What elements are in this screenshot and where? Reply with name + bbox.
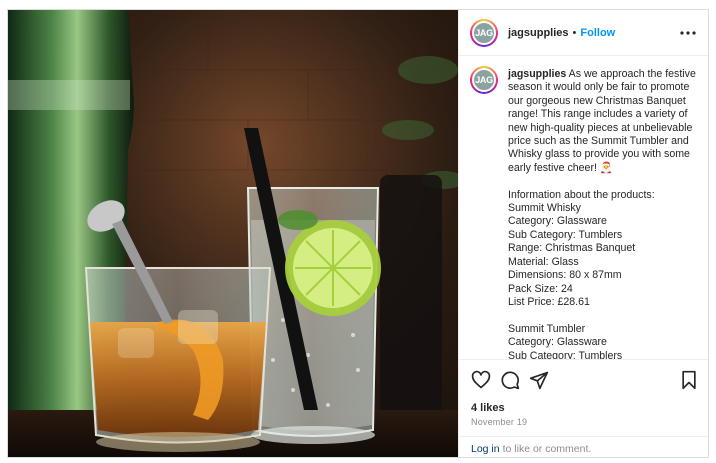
post-actions: 4 likes November 19 Log in to like or co… bbox=[459, 359, 708, 457]
more-options-icon[interactable] bbox=[679, 24, 697, 42]
follow-button[interactable]: Follow bbox=[580, 27, 615, 39]
username-link[interactable]: jagsupplies bbox=[508, 27, 569, 39]
caption-section: JAG jagsupplies As we approach the festi… bbox=[459, 57, 708, 359]
instagram-post: JAG jagsupplies • Follow JAG jagsupplies… bbox=[7, 9, 709, 458]
likes-count[interactable]: 4 likes bbox=[471, 402, 505, 414]
post-side-panel: JAG jagsupplies • Follow JAG jagsupplies… bbox=[458, 10, 708, 457]
avatar[interactable]: JAG bbox=[470, 18, 498, 47]
post-photo[interactable] bbox=[8, 10, 458, 457]
post-date: November 19 bbox=[471, 417, 528, 427]
login-link[interactable]: Log in bbox=[471, 443, 500, 455]
avatar-logo-text: JAG bbox=[472, 20, 496, 45]
share-icon[interactable] bbox=[529, 370, 549, 390]
caption-username-link[interactable]: jagsupplies bbox=[508, 68, 566, 80]
heart-icon[interactable] bbox=[471, 370, 491, 390]
separator-dot: • bbox=[572, 26, 577, 39]
caption-avatar-logo-text: JAG bbox=[472, 68, 496, 92]
bookmark-icon[interactable] bbox=[679, 370, 699, 390]
login-prompt: Log in to like or comment. bbox=[459, 436, 708, 457]
caption-body: As we approach the festive season it wou… bbox=[508, 68, 696, 359]
cocktail-glasses-image bbox=[8, 10, 458, 457]
caption-text: jagsupplies As we approach the festive s… bbox=[508, 68, 700, 359]
login-suffix: to like or comment. bbox=[502, 442, 592, 455]
post-header: JAG jagsupplies • Follow bbox=[459, 10, 708, 56]
caption-avatar[interactable]: JAG bbox=[470, 66, 498, 94]
comment-icon[interactable] bbox=[500, 370, 520, 390]
